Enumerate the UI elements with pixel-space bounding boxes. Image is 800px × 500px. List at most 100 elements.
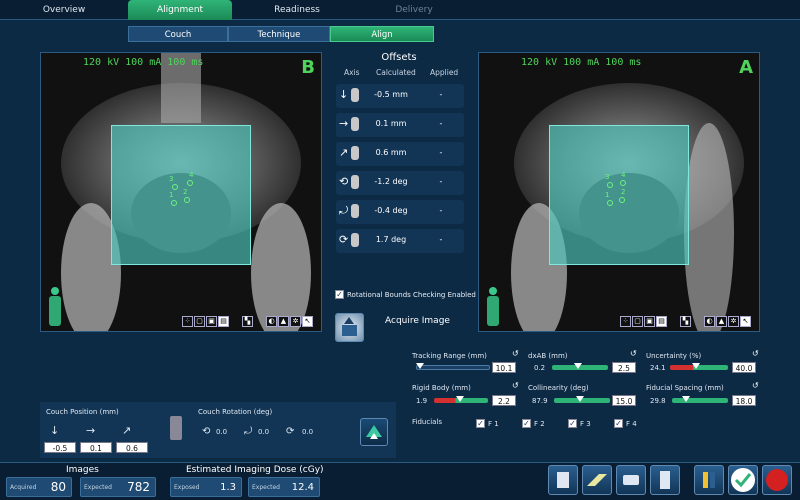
stop-icon [766,469,788,491]
slider-thumb[interactable] [682,396,690,402]
status-footer: Images Acquired 80 Expected 782 Estimate… [0,462,800,500]
tracking-range-label: Tracking Range (mm) [412,352,487,360]
dose-title: Estimated Imaging Dose (cGy) [186,465,324,475]
patient-figure-icon [487,287,499,326]
move-couch-button[interactable] [360,418,388,446]
rigid-body-label: Rigid Body (mm) [412,384,471,392]
settings-tool-icon[interactable]: ✲ [728,316,739,327]
offset-applied: - [439,235,443,244]
robot-view-button[interactable] [548,465,578,495]
couch-view-button[interactable] [582,465,612,495]
rotate-yaw-icon: ⟳ [286,426,295,437]
dxab-current: 0.2 [534,364,546,372]
couch-position-z: 0.6 [116,442,148,453]
couch-position-label: Couch Position (mm) [46,408,119,416]
fiducial-checkbox-1[interactable]: ✓ F 1 [476,419,499,428]
tab-readiness[interactable]: Readiness [232,0,362,20]
tracking-range-value[interactable]: 10.1 [492,362,516,373]
slider-thumb[interactable] [574,363,582,369]
stop-button[interactable] [762,465,792,495]
step-couch[interactable]: Couch [128,26,228,42]
offset-applied: - [439,148,443,157]
fiducial-tool-icon[interactable]: ⁘ [620,316,631,327]
reset-icon[interactable]: ↺ [512,381,519,390]
step-technique[interactable]: Technique [228,26,330,42]
offset-row: ⟳ 1.7 deg - [336,229,464,253]
fiducial-tool-icon[interactable]: ⁘ [182,316,193,327]
rigid-body-value[interactable]: 2.2 [492,395,516,406]
slider-thumb[interactable] [576,396,584,402]
offset-row: ⤾ -0.4 deg - [336,200,464,224]
zoom-tool-icon[interactable]: ▤ [656,316,667,327]
dose-expected-label: Expected [252,484,280,491]
uncertainty-current: 24.1 [650,364,666,372]
reset-icon[interactable]: ↺ [512,349,519,358]
reset-icon[interactable]: ↺ [752,349,759,358]
frame-tool-icon[interactable]: ▢ [632,316,643,327]
top-tab-bar: Overview Alignment Readiness Delivery [0,0,800,20]
xray-image-a[interactable]: 120 kV 100 mA 100 ms A 3 4 1 2 ⁘ ▢ ▣ ▤ ▚… [478,52,760,332]
checkbox-checked[interactable]: ✓ [335,290,344,299]
collimator-button[interactable] [650,465,680,495]
checkmark-icon [731,468,755,492]
frame-outer-tool-icon[interactable]: ▣ [206,316,217,327]
rigid-body-current: 1.9 [416,397,428,405]
fiducial-spacing-value[interactable]: 18.0 [732,395,756,406]
slider-thumb[interactable] [416,363,424,369]
step-align[interactable]: Align [330,26,434,42]
overlay-tool-icon[interactable]: ▲ [278,316,289,327]
fiducial-spacing-current: 29.8 [650,397,666,405]
fiducial-marker [172,184,178,190]
confirm-button[interactable] [728,465,758,495]
rotational-bounds-checkbox[interactable]: ✓ Rotational Bounds Checking Enabled [335,290,476,299]
contrast-tool-icon[interactable]: ◐ [266,316,277,327]
tab-alignment[interactable]: Alignment [128,0,232,20]
fiducial-spacing-slider[interactable] [672,398,728,403]
reset-icon[interactable]: ↺ [630,349,637,358]
dose-expected: Expected 12.4 [248,477,320,497]
pointer-tool-icon[interactable]: ↖ [302,316,313,327]
offset-row: → 0.1 mm - [336,113,464,137]
uncertainty-value[interactable]: 40.0 [732,362,756,373]
fiducial-checkbox-3[interactable]: ✓ F 3 [568,419,591,428]
offset-calculated: 0.1 mm [375,119,407,128]
patient-figure-icon [49,287,61,326]
alignment-steps: Couch Technique Align [128,26,434,42]
fiducial-spacing-label: Fiducial Spacing (mm) [646,384,724,392]
couch-position-x: -0.5 [44,442,76,453]
frame-outer-tool-icon[interactable]: ▣ [644,316,655,327]
rotate-roll-icon: ⟲ [202,426,211,437]
pointer-tool-icon[interactable]: ↖ [740,316,751,327]
couch-panel: Couch Position (mm) ↓ → ↗ -0.5 0.1 0.6 C… [40,402,396,458]
zoom-tool-icon[interactable]: ▤ [218,316,229,327]
contrast-tool-icon[interactable]: ◐ [704,316,715,327]
acquired-label: Acquired [10,484,37,491]
tab-overview[interactable]: Overview [0,0,128,20]
xray-image-b[interactable]: 120 kV 100 mA 100 ms B 3 4 1 2 ⁘ ▢ ▣ ▤ ▚… [40,52,322,332]
slider-thumb[interactable] [456,396,464,402]
fiducial-label: 4 [621,171,626,179]
tab-delivery[interactable]: Delivery [362,0,466,20]
overlay-tool-icon[interactable]: ▲ [716,316,727,327]
fiducial-marker [171,200,177,206]
reset-icon[interactable]: ↺ [752,381,759,390]
camera-button[interactable] [616,465,646,495]
tracking-range-slider[interactable] [416,365,490,370]
pause-button[interactable] [694,465,724,495]
settings-tool-icon[interactable]: ✲ [290,316,301,327]
fiducial-marker [620,180,626,186]
offset-applied: - [439,177,443,186]
frame-tool-icon[interactable]: ▢ [194,316,205,327]
fiducial-checkbox-2[interactable]: ✓ F 2 [522,419,545,428]
acquire-image-button[interactable] [335,313,364,342]
checker-tool-icon[interactable]: ▚ [680,316,691,327]
fiducials-label: Fiducials [412,418,443,426]
couch-position-y: 0.1 [80,442,112,453]
offset-row: ↗ 0.6 mm - [336,142,464,166]
checker-tool-icon[interactable]: ▚ [242,316,253,327]
fiducial-checkbox-4[interactable]: ✓ F 4 [614,419,637,428]
dxab-value[interactable]: 2.5 [612,362,636,373]
collinearity-value[interactable]: 15.0 [612,395,636,406]
arrow-right-icon: → [86,424,96,437]
slider-thumb[interactable] [692,363,700,369]
